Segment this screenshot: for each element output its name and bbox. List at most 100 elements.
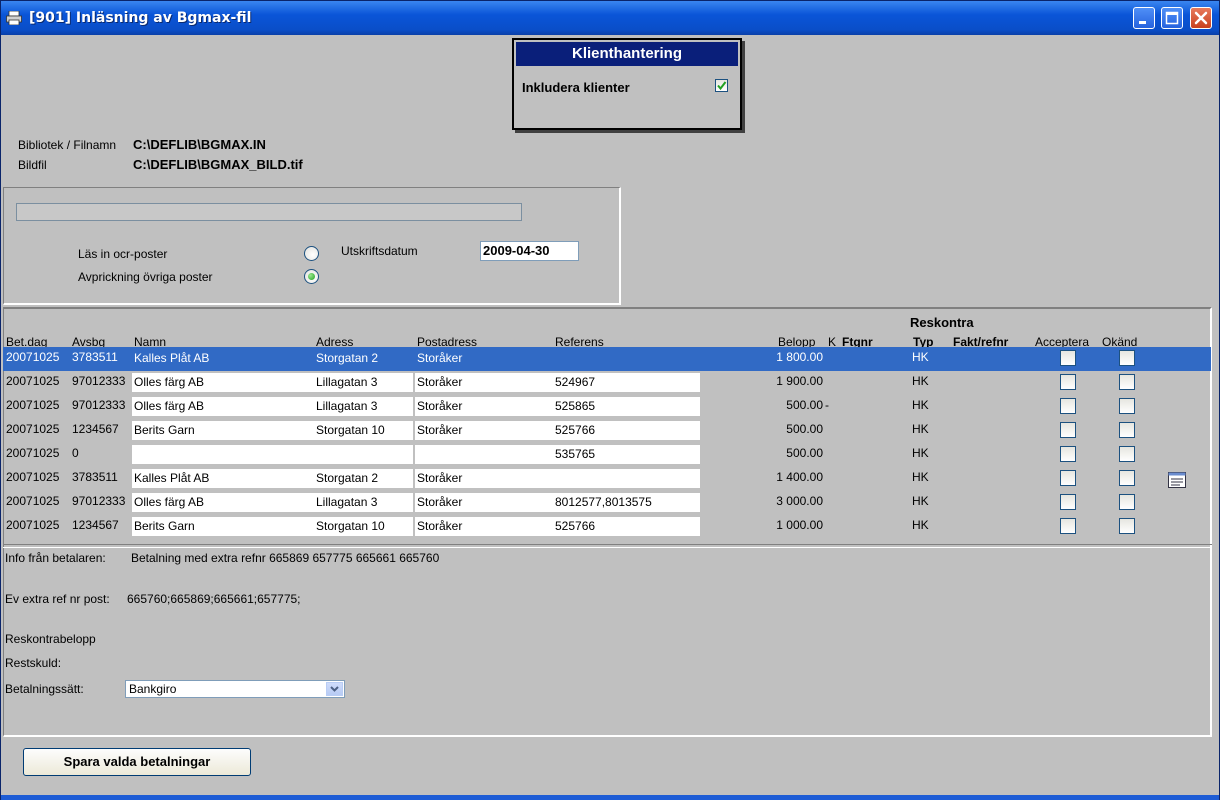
accept-checkbox[interactable] xyxy=(1060,350,1076,366)
amount-cell: 1 000.00 xyxy=(776,518,823,532)
postal-address-field[interactable] xyxy=(415,445,554,464)
table-row[interactable]: 20071025 1234567 Berits Garn Storgatan 10 St… xyxy=(3,515,1211,539)
reference-field[interactable]: 535765 xyxy=(553,445,700,464)
postal-address-field[interactable]: Storåker xyxy=(415,469,554,488)
address-field[interactable]: Storgatan 10 xyxy=(314,517,413,536)
payment-method-value: Bankgiro xyxy=(129,682,177,696)
table-row[interactable]: 20071025 0 535765 500.00 HK xyxy=(3,443,1211,467)
postal-address-field[interactable]: Storåker xyxy=(415,373,554,392)
unknown-checkbox[interactable] xyxy=(1119,470,1135,486)
sender-bg-cell: 3783511 xyxy=(72,470,118,484)
type-cell: HK xyxy=(912,494,929,508)
address-field[interactable]: Storgatan 2 xyxy=(314,469,413,488)
address-field[interactable]: Storgatan 2 xyxy=(314,349,413,368)
name-field[interactable] xyxy=(132,445,315,464)
address-field[interactable]: Storgatan 10 xyxy=(314,421,413,440)
table-row[interactable]: 20071025 3783511 Kalles Plåt AB Storgatan 2… xyxy=(3,467,1211,491)
reference-field[interactable]: 525766 xyxy=(553,517,700,536)
postal-address-field[interactable]: Storåker xyxy=(415,421,554,440)
credit-flag-cell: - xyxy=(825,398,829,412)
address-field[interactable] xyxy=(314,445,413,464)
unknown-checkbox[interactable] xyxy=(1119,350,1135,366)
bet-date-cell: 20071025 xyxy=(6,422,60,436)
postal-address-field[interactable]: Storåker xyxy=(415,493,554,512)
table-row[interactable]: 20071025 97012333 Olles färg AB Lillagatan … xyxy=(3,491,1211,515)
unknown-checkbox[interactable] xyxy=(1119,398,1135,414)
amount-cell: 1 400.00 xyxy=(776,470,823,484)
reskontra-group-header: Reskontra xyxy=(910,315,974,330)
maximize-button[interactable] xyxy=(1161,7,1183,29)
sender-bg-cell: 97012333 xyxy=(72,398,126,412)
accept-checkbox[interactable] xyxy=(1060,374,1076,390)
bet-date-cell: 20071025 xyxy=(6,470,60,484)
popup-title: Klienthantering xyxy=(516,42,738,66)
reskontra-amount-label: Reskontrabelopp xyxy=(5,632,96,646)
address-field[interactable]: Lillagatan 3 xyxy=(314,397,413,416)
accept-checkbox[interactable] xyxy=(1060,422,1076,438)
accept-checkbox[interactable] xyxy=(1060,446,1076,462)
sender-bg-cell: 97012333 xyxy=(72,494,126,508)
other-posts-radio[interactable] xyxy=(304,269,319,284)
ocr-radio[interactable] xyxy=(304,246,319,261)
type-cell: HK xyxy=(912,470,929,484)
reference-field[interactable] xyxy=(553,469,700,488)
table-row[interactable]: 20071025 97012333 Olles färg AB Lillagatan … xyxy=(3,395,1211,419)
unknown-checkbox[interactable] xyxy=(1119,446,1135,462)
type-cell: HK xyxy=(912,350,929,364)
amount-cell: 1 800.00 xyxy=(776,350,823,364)
postal-address-field[interactable]: Storåker xyxy=(415,397,554,416)
bet-date-cell: 20071025 xyxy=(6,398,60,412)
image-file-value: C:\DEFLIB\BGMAX_BILD.tif xyxy=(133,157,303,172)
extra-ref-value: 665760;665869;665661;657775; xyxy=(127,592,301,606)
table-row[interactable]: 20071025 1234567 Berits Garn Storgatan 10 St… xyxy=(3,419,1211,443)
amount-cell: 500.00 xyxy=(786,446,823,460)
include-clients-checkbox[interactable] xyxy=(715,79,728,92)
payer-info-value: Betalning med extra refnr 665869 657775 … xyxy=(131,551,440,565)
postal-address-field[interactable]: Storåker xyxy=(415,349,554,368)
amount-cell: 500.00 xyxy=(786,398,823,412)
unknown-checkbox[interactable] xyxy=(1119,494,1135,510)
name-field[interactable]: Kalles Plåt AB xyxy=(132,349,315,368)
address-field[interactable]: Lillagatan 3 xyxy=(314,493,413,512)
reference-field[interactable]: 525865 xyxy=(553,397,700,416)
client-handling-popup: Klienthantering Inkludera klienter xyxy=(512,38,742,130)
sender-bg-cell: 0 xyxy=(72,446,79,460)
accept-checkbox[interactable] xyxy=(1060,518,1076,534)
accept-checkbox[interactable] xyxy=(1060,470,1076,486)
reference-field[interactable]: 8012577,8013575 xyxy=(553,493,700,512)
note-icon[interactable] xyxy=(1167,471,1187,489)
type-cell: HK xyxy=(912,518,929,532)
close-button[interactable] xyxy=(1190,7,1212,29)
amount-cell: 1 900.00 xyxy=(776,374,823,388)
table-row[interactable]: 20071025 3783511 Kalles Plåt AB Storgatan 2… xyxy=(3,347,1211,371)
accept-checkbox[interactable] xyxy=(1060,494,1076,510)
address-field[interactable]: Lillagatan 3 xyxy=(314,373,413,392)
table-row[interactable]: 20071025 97012333 Olles färg AB Lillagatan … xyxy=(3,371,1211,395)
unknown-checkbox[interactable] xyxy=(1119,422,1135,438)
reference-field[interactable]: 524967 xyxy=(553,373,700,392)
name-field[interactable]: Berits Garn xyxy=(132,421,315,440)
remaining-debt-label: Restskuld: xyxy=(5,656,62,670)
unknown-checkbox[interactable] xyxy=(1119,518,1135,534)
library-filename-label: Bibliotek / Filnamn xyxy=(18,138,117,152)
payment-method-select[interactable]: Bankgiro xyxy=(125,680,345,698)
bet-date-cell: 20071025 xyxy=(6,494,60,508)
image-file-label: Bildfil xyxy=(18,158,47,172)
title-bar: [901] Inläsning av Bgmax-fil xyxy=(1,1,1219,35)
accept-checkbox[interactable] xyxy=(1060,398,1076,414)
unknown-checkbox[interactable] xyxy=(1119,374,1135,390)
postal-address-field[interactable]: Storåker xyxy=(415,517,554,536)
print-date-input[interactable]: 2009-04-30 xyxy=(480,241,579,261)
name-field[interactable]: Olles färg AB xyxy=(132,373,315,392)
chevron-down-icon[interactable] xyxy=(326,682,343,696)
name-field[interactable]: Berits Garn xyxy=(132,517,315,536)
minimize-button[interactable] xyxy=(1133,7,1155,29)
save-selected-payments-button[interactable]: Spara valda betalningar xyxy=(23,748,251,776)
reference-field[interactable] xyxy=(553,349,700,368)
name-field[interactable]: Olles färg AB xyxy=(132,493,315,512)
reference-field[interactable]: 525766 xyxy=(553,421,700,440)
name-field[interactable]: Olles färg AB xyxy=(132,397,315,416)
extra-ref-label: Ev extra ref nr post: xyxy=(5,592,110,606)
divider xyxy=(3,544,1212,548)
name-field[interactable]: Kalles Plåt AB xyxy=(132,469,315,488)
